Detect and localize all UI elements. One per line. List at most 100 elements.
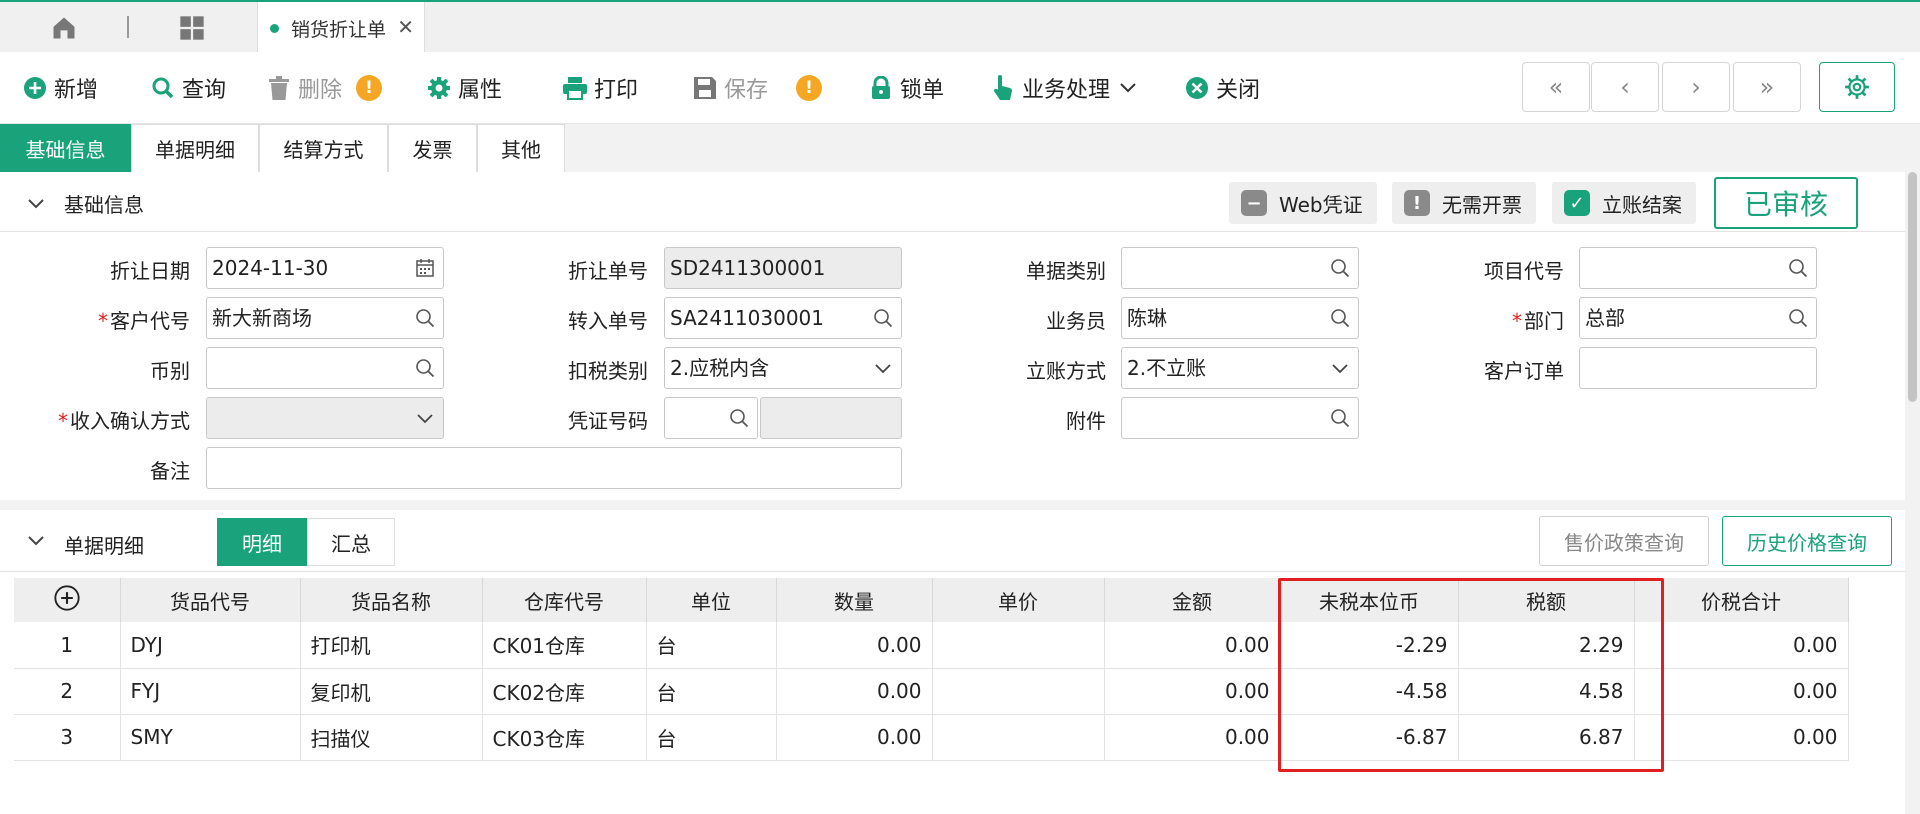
collapse-chevron-icon[interactable] bbox=[24, 192, 48, 216]
tab-other[interactable]: 其他 bbox=[477, 124, 565, 172]
vertical-scrollbar[interactable] bbox=[1905, 172, 1920, 814]
search-icon[interactable] bbox=[415, 358, 435, 378]
col-header[interactable]: 单价 bbox=[932, 578, 1105, 622]
tab-invoice[interactable]: 发票 bbox=[388, 124, 477, 172]
search-icon[interactable] bbox=[1788, 258, 1808, 278]
cell-price[interactable] bbox=[932, 668, 1105, 715]
no-invoice-toggle[interactable]: ! 无需开票 bbox=[1392, 182, 1536, 224]
cell-pretax[interactable]: -2.29 bbox=[1280, 622, 1459, 669]
cell-amount[interactable]: 0.00 bbox=[1104, 622, 1281, 669]
cell-warehouse[interactable]: CK03仓库 bbox=[482, 714, 647, 761]
department-field[interactable]: 总部 bbox=[1579, 297, 1817, 339]
tab-basic-info[interactable]: 基础信息 bbox=[0, 124, 131, 172]
col-header[interactable]: 单位 bbox=[646, 578, 777, 622]
cell-price[interactable] bbox=[932, 714, 1105, 761]
col-header[interactable]: 数量 bbox=[776, 578, 933, 622]
nav-next-button[interactable]: › bbox=[1662, 62, 1730, 112]
cell-qty[interactable]: 0.00 bbox=[776, 668, 933, 715]
discount-date-field[interactable]: 2024-11-30 bbox=[206, 247, 444, 289]
business-menu-button[interactable]: 业务处理 bbox=[990, 70, 1136, 106]
cell-pretax[interactable]: -6.87 bbox=[1280, 714, 1459, 761]
chevron-down-icon[interactable] bbox=[415, 408, 435, 428]
voucher-no-field[interactable] bbox=[664, 397, 758, 439]
cell-total[interactable]: 0.00 bbox=[1634, 714, 1849, 761]
chevron-down-icon[interactable] bbox=[1330, 358, 1350, 378]
new-button[interactable]: 新增 bbox=[22, 70, 98, 106]
col-header[interactable]: 仓库代号 bbox=[482, 578, 647, 622]
search-icon[interactable] bbox=[415, 308, 435, 328]
col-header[interactable]: 货品代号 bbox=[120, 578, 301, 622]
col-header[interactable]: 货品名称 bbox=[300, 578, 483, 622]
project-code-field[interactable] bbox=[1579, 247, 1817, 289]
nav-first-button[interactable]: « bbox=[1522, 62, 1590, 112]
cell-goods-name[interactable]: 扫描仪 bbox=[300, 714, 483, 761]
close-tab-icon[interactable]: ✕ bbox=[397, 15, 414, 39]
search-icon[interactable] bbox=[1330, 408, 1350, 428]
search-icon[interactable] bbox=[1788, 308, 1808, 328]
cell-goods-name[interactable]: 打印机 bbox=[300, 622, 483, 669]
summary-view-button[interactable]: 汇总 bbox=[307, 518, 395, 566]
nav-prev-button[interactable]: ‹ bbox=[1591, 62, 1659, 112]
cell-qty[interactable]: 0.00 bbox=[776, 622, 933, 669]
cell-unit[interactable]: 台 bbox=[646, 622, 777, 669]
customer-code-field[interactable]: 新大新商场 bbox=[206, 297, 444, 339]
cell-total[interactable]: 0.00 bbox=[1634, 622, 1849, 669]
table-row[interactable]: 3 SMY 扫描仪 CK03仓库 台 0.00 0.00 -6.87 6.87 … bbox=[14, 714, 1849, 761]
plus-circle-icon[interactable] bbox=[53, 584, 81, 612]
home-icon[interactable] bbox=[50, 14, 78, 42]
tab-doc-detail[interactable]: 单据明细 bbox=[131, 124, 259, 172]
cell-total[interactable]: 0.00 bbox=[1634, 668, 1849, 715]
delete-button[interactable]: 删除 ! bbox=[266, 70, 383, 106]
settings-button[interactable] bbox=[1819, 62, 1895, 112]
add-row-header[interactable] bbox=[14, 578, 121, 622]
query-button[interactable]: 查询 bbox=[150, 70, 226, 106]
history-price-query-button[interactable]: 历史价格查询 bbox=[1722, 516, 1892, 566]
tax-type-select[interactable]: 2.应税内含 bbox=[664, 347, 902, 389]
tab-sales-discount-doc[interactable]: 销货折让单 ✕ bbox=[257, 2, 425, 54]
cell-unit[interactable]: 台 bbox=[646, 668, 777, 715]
transfer-no-field[interactable]: SA2411030001 bbox=[664, 297, 902, 339]
search-icon[interactable] bbox=[1330, 308, 1350, 328]
cell-warehouse[interactable]: CK01仓库 bbox=[482, 622, 647, 669]
currency-field[interactable] bbox=[206, 347, 444, 389]
calendar-icon[interactable] bbox=[415, 258, 435, 278]
remark-field[interactable] bbox=[206, 447, 902, 489]
cell-pretax[interactable]: -4.58 bbox=[1280, 668, 1459, 715]
voucher-no-extra-field[interactable] bbox=[760, 397, 902, 439]
table-row[interactable]: 1 DYJ 打印机 CK01仓库 台 0.00 0.00 -2.29 2.29 … bbox=[14, 622, 1849, 669]
collapse-chevron-icon[interactable] bbox=[24, 529, 48, 553]
grid-icon[interactable] bbox=[178, 14, 206, 42]
scrollbar-thumb[interactable] bbox=[1908, 172, 1917, 402]
col-header[interactable]: 价税合计 bbox=[1634, 578, 1849, 622]
close-button[interactable]: 关闭 bbox=[1184, 70, 1260, 106]
cell-unit[interactable]: 台 bbox=[646, 714, 777, 761]
col-header[interactable]: 未税本位币 bbox=[1280, 578, 1459, 622]
chevron-down-icon[interactable] bbox=[873, 358, 893, 378]
cell-amount[interactable]: 0.00 bbox=[1104, 668, 1281, 715]
nav-last-button[interactable]: » bbox=[1733, 62, 1801, 112]
cell-tax[interactable]: 6.87 bbox=[1458, 714, 1635, 761]
cell-goods-name[interactable]: 复印机 bbox=[300, 668, 483, 715]
col-header[interactable]: 税额 bbox=[1458, 578, 1635, 622]
print-button[interactable]: 打印 bbox=[562, 70, 638, 106]
search-icon[interactable] bbox=[873, 308, 893, 328]
cell-tax[interactable]: 2.29 bbox=[1458, 622, 1635, 669]
cell-goods-code[interactable]: DYJ bbox=[120, 622, 301, 669]
cell-tax[interactable]: 4.58 bbox=[1458, 668, 1635, 715]
tab-settlement[interactable]: 结算方式 bbox=[259, 124, 388, 172]
attachment-field[interactable] bbox=[1121, 397, 1359, 439]
cell-amount[interactable]: 0.00 bbox=[1104, 714, 1281, 761]
search-icon[interactable] bbox=[729, 408, 749, 428]
properties-button[interactable]: 属性 bbox=[426, 70, 502, 106]
account-method-select[interactable]: 2.不立账 bbox=[1121, 347, 1359, 389]
web-voucher-button[interactable]: − Web凭证 bbox=[1229, 182, 1377, 224]
save-button[interactable]: 保存 ! bbox=[692, 70, 823, 106]
cell-price[interactable] bbox=[932, 622, 1105, 669]
table-row[interactable]: 2 FYJ 复印机 CK02仓库 台 0.00 0.00 -4.58 4.58 … bbox=[14, 668, 1849, 715]
doc-type-field[interactable] bbox=[1121, 247, 1359, 289]
col-header[interactable]: 金额 bbox=[1104, 578, 1281, 622]
discount-no-field[interactable]: SD2411300001 bbox=[664, 247, 902, 289]
cell-goods-code[interactable]: SMY bbox=[120, 714, 301, 761]
search-icon[interactable] bbox=[1330, 258, 1350, 278]
cell-warehouse[interactable]: CK02仓库 bbox=[482, 668, 647, 715]
